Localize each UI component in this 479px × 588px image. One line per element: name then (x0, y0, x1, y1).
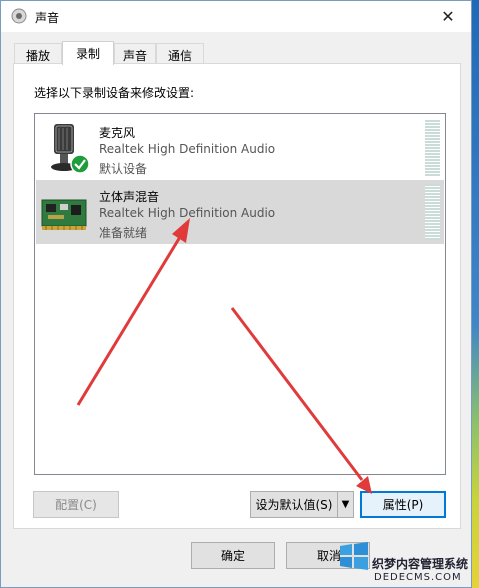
tab-label: 录制 (75, 47, 100, 61)
speaker-icon (11, 8, 27, 24)
button-label: 属性(P) (382, 498, 424, 512)
microphone-icon (51, 124, 90, 174)
level-meter (425, 120, 440, 176)
ok-button[interactable]: 确定 (191, 542, 275, 569)
instruction-text: 选择以下录制设备来修改设置: (34, 86, 195, 100)
button-label: 确定 (220, 549, 245, 563)
watermark-title: 织梦内容管理系统 (372, 557, 469, 571)
device-status: 默认设备 (99, 162, 148, 176)
set-default-dropdown-button[interactable]: ▼ (337, 491, 354, 518)
button-label: 配置(C) (55, 498, 97, 512)
site-watermark: 织梦内容管理系统 DEDECMS.COM (336, 534, 479, 588)
sound-dialog: 声音 ✕ 播放 录制 声音 通信 选择以下录制设备来修改设置: 麦克风 Real… (0, 0, 472, 588)
device-driver: Realtek High Definition Audio (99, 206, 276, 220)
close-button[interactable]: ✕ (425, 1, 471, 32)
tab-sounds[interactable]: 声音 (114, 43, 156, 64)
tab-communications[interactable]: 通信 (156, 43, 204, 64)
logo-icon (340, 542, 368, 570)
device-name: 立体声混音 (99, 190, 160, 204)
tab-label: 通信 (167, 49, 192, 63)
device-driver: Realtek High Definition Audio (99, 142, 276, 156)
close-icon: ✕ (441, 7, 455, 26)
recording-panel: 选择以下录制设备来修改设置: 麦克风 Realtek High Definiti… (13, 63, 461, 529)
properties-button[interactable]: 属性(P) (360, 491, 446, 518)
tab-playback[interactable]: 播放 (14, 43, 62, 64)
title-bar[interactable]: 声音 ✕ (1, 1, 471, 32)
level-meter (425, 184, 440, 240)
tab-recording[interactable]: 录制 (62, 41, 114, 65)
device-item-stereo-mix[interactable]: 立体声混音 Realtek High Definition Audio 准备就绪 (36, 180, 444, 244)
chevron-down-icon: ▼ (341, 499, 350, 510)
device-item-microphone[interactable]: 麦克风 Realtek High Definition Audio 默认设备 (36, 116, 444, 180)
tab-label: 声音 (122, 49, 147, 63)
device-name: 麦克风 (99, 126, 136, 140)
set-default-button[interactable]: 设为默认值(S) (250, 491, 338, 518)
tab-label: 播放 (25, 49, 50, 63)
button-label: 设为默认值(S) (255, 498, 333, 512)
sound-card-icon (41, 199, 87, 230)
device-status: 准备就绪 (99, 226, 148, 240)
window-title: 声音 (35, 11, 60, 25)
device-list[interactable]: 麦克风 Realtek High Definition Audio 默认设备 立… (34, 113, 446, 475)
watermark-url: DEDECMS.COM (374, 572, 462, 583)
configure-button[interactable]: 配置(C) (33, 491, 119, 518)
